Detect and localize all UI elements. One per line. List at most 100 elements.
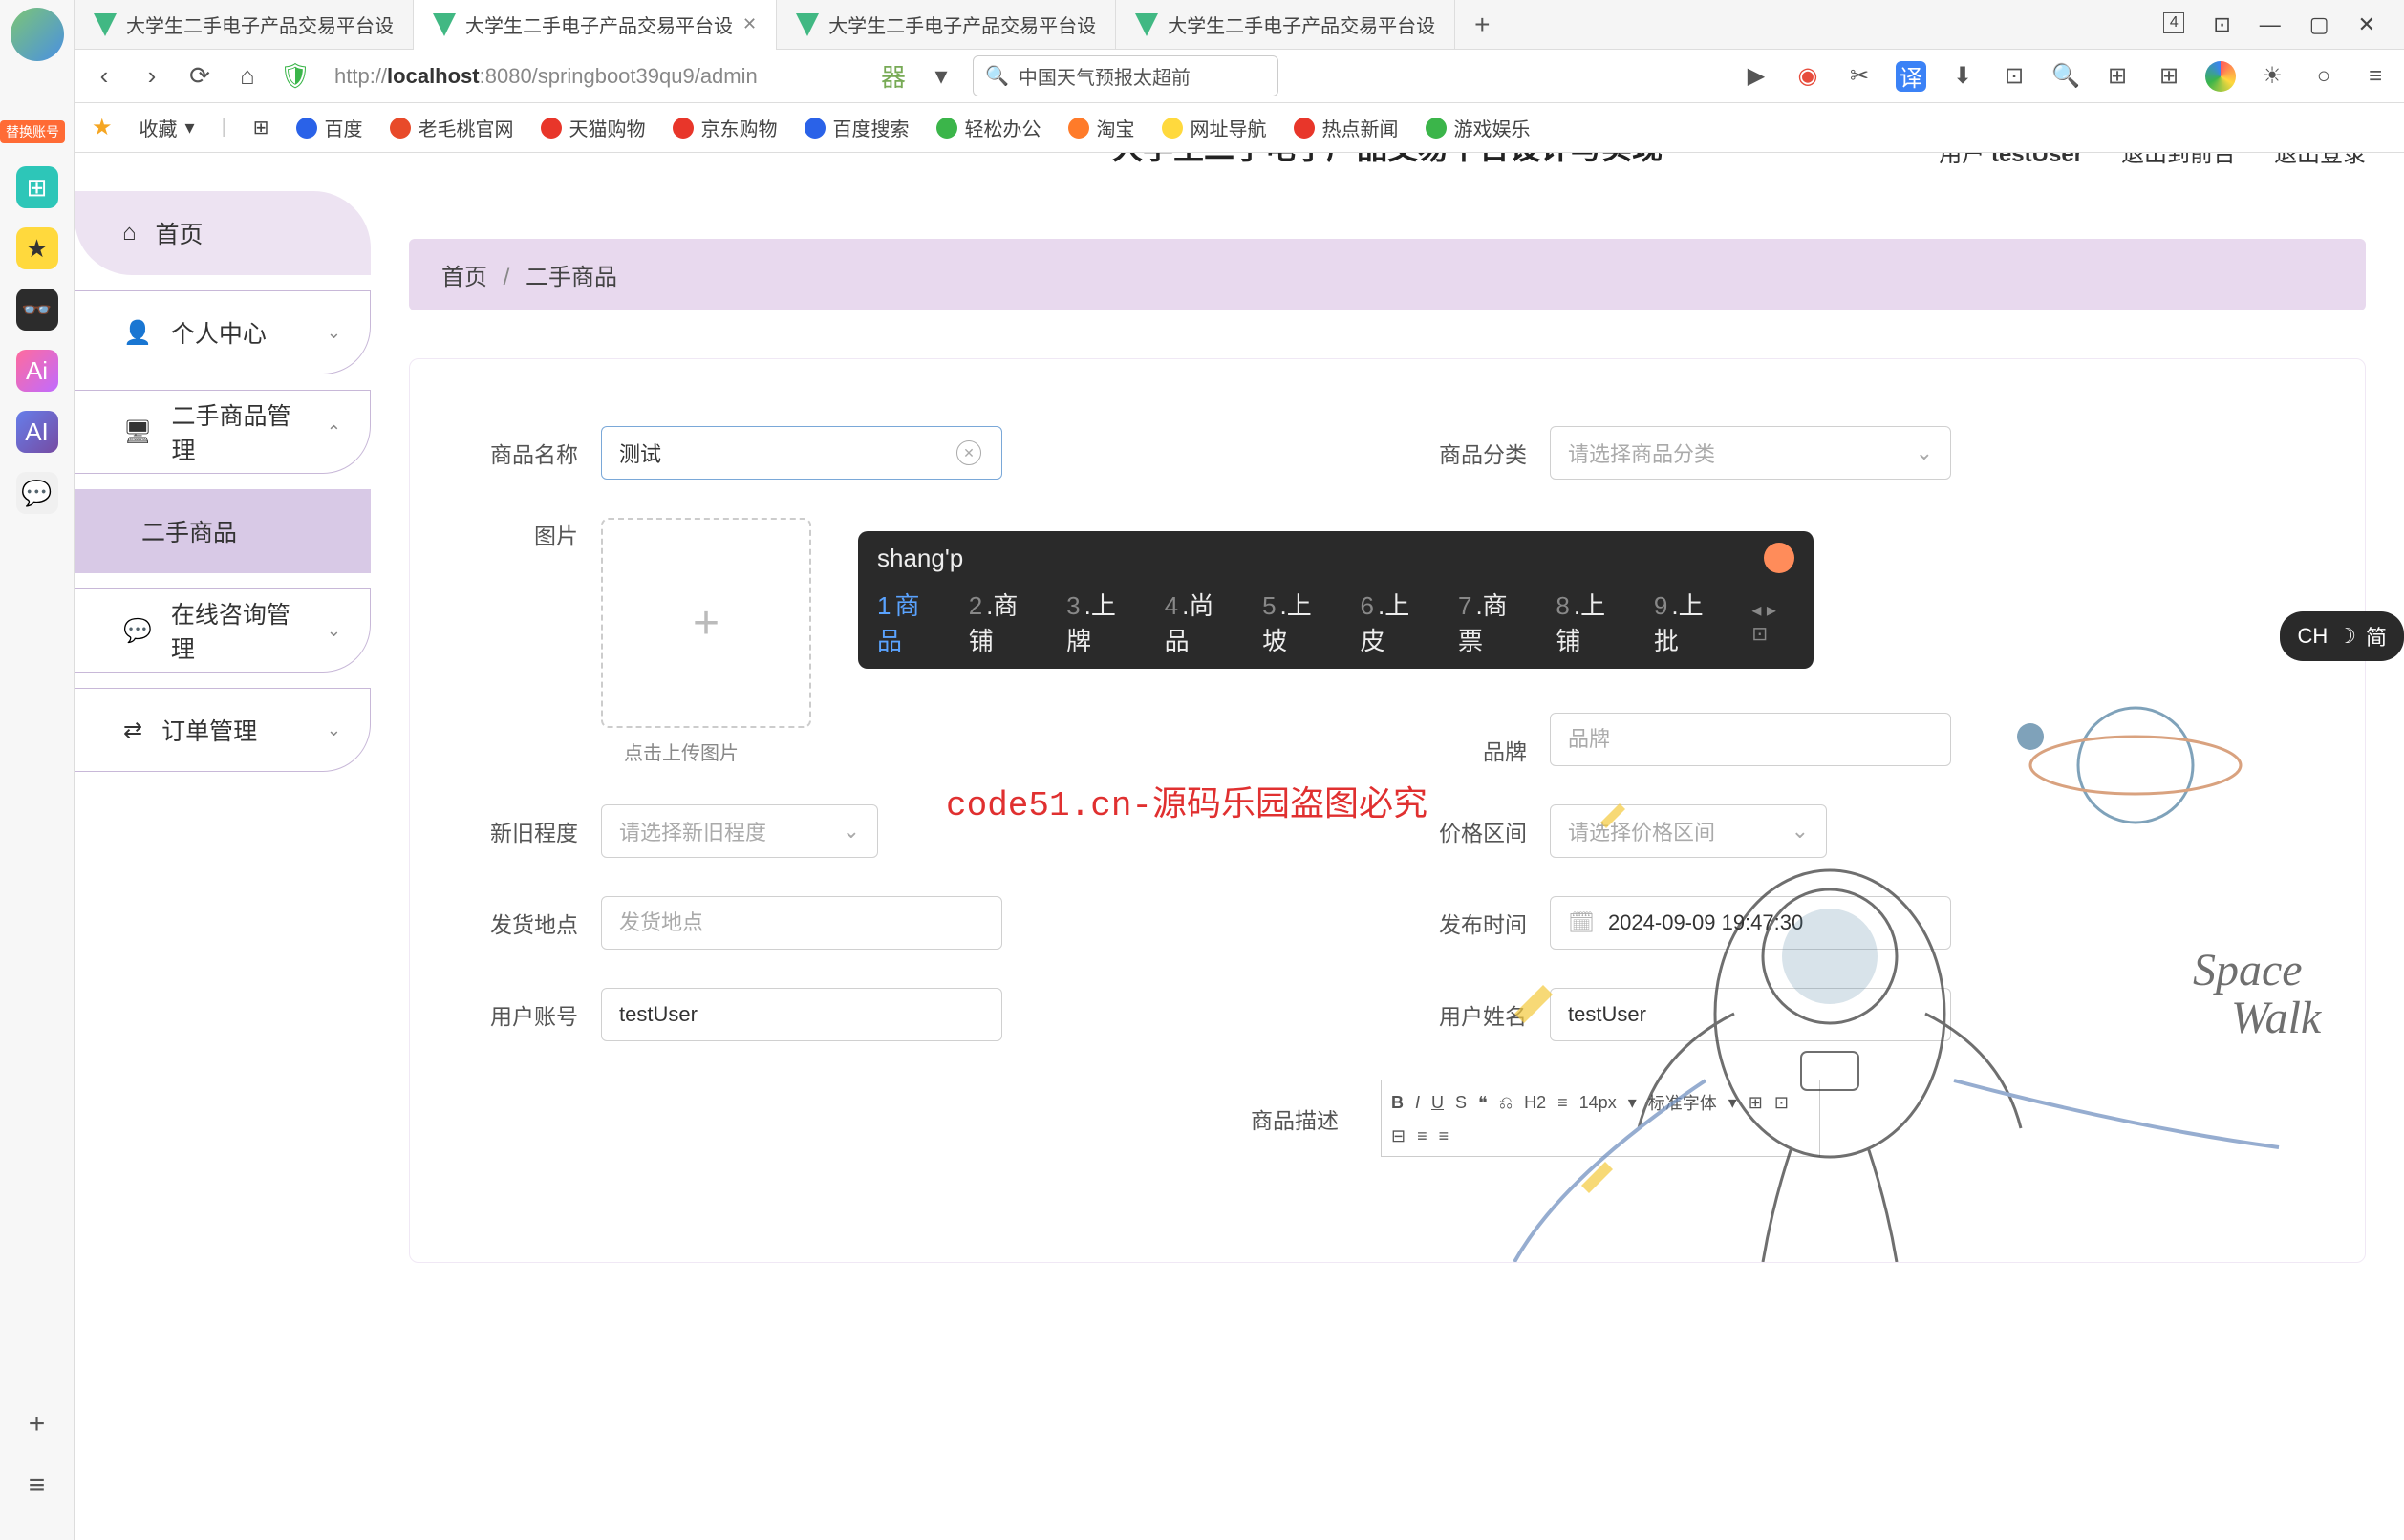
bookmark-baidusearch[interactable]: 百度搜索	[805, 114, 910, 141]
tool-icon-weibo[interactable]: ◉	[1792, 61, 1823, 92]
close-window-icon[interactable]: ✕	[2358, 12, 2375, 37]
tool-icon-picker[interactable]: ⊞	[2102, 61, 2133, 92]
ime-candidate-6[interactable]: 6.上皮	[1361, 587, 1429, 657]
tab-title: 大学生二手电子产品交易平台设	[1168, 11, 1435, 38]
side-icon-ai2[interactable]: AI	[16, 411, 58, 453]
tab-count-badge[interactable]: 4	[2163, 12, 2184, 33]
ime-indicator[interactable]: CH ☽ 简	[2280, 611, 2404, 661]
image-label: 图片	[467, 518, 601, 728]
home-button[interactable]: ⌂	[231, 60, 264, 93]
tab-title: 大学生二手电子产品交易平台设	[126, 11, 394, 38]
sidebar-item-label: 二手商品	[141, 514, 237, 548]
dropdown-icon[interactable]: ▾	[925, 60, 957, 93]
tool-icon-4[interactable]: ○	[2308, 61, 2339, 92]
user-icon: 👤	[123, 319, 152, 347]
side-add-icon[interactable]: +	[29, 1408, 46, 1441]
side-icon-1[interactable]: ⊞	[16, 166, 58, 208]
bookmark-tmall[interactable]: 天猫购物	[541, 114, 646, 141]
select-placeholder: 请选择商品分类	[1568, 438, 1715, 468]
sidebar-item-label: 个人中心	[171, 315, 267, 350]
sidebar-item-consult[interactable]: 💬 在线咨询管理 ⌄	[75, 588, 371, 673]
side-menu-icon[interactable]: ≡	[29, 1469, 46, 1502]
side-icon-ai[interactable]: Ai	[16, 350, 58, 392]
tool-icon-sun[interactable]: ☀	[2257, 61, 2287, 92]
qr-icon[interactable]: 器	[877, 60, 910, 93]
publish-time-input[interactable]: 🗓 2024-09-09 19:47:30	[1550, 896, 1951, 950]
bookmark-baidu[interactable]: 百度	[296, 114, 363, 141]
tool-icon-download[interactable]: ⬇	[1947, 61, 1978, 92]
sidebar-item-home[interactable]: ⌂ 首页	[75, 191, 371, 275]
image-upload-box[interactable]: +	[601, 518, 811, 728]
side-icon-3[interactable]: 👓	[16, 289, 58, 331]
bookmark-taobao[interactable]: 淘宝	[1068, 114, 1135, 141]
user-name-input[interactable]	[1550, 988, 1951, 1041]
chevron-down-icon: ⌄	[327, 621, 341, 641]
tab-1[interactable]: 大学生二手电子产品交易平台设✕	[414, 0, 777, 50]
bookmark-laomaotao[interactable]: 老毛桃官网	[390, 114, 514, 141]
bookmark-news[interactable]: 热点新闻	[1294, 114, 1399, 141]
sidebar-item-products[interactable]: 🖥 二手商品管理 ⌃	[75, 390, 371, 474]
bookmark-app-icon[interactable]: ⊞	[253, 116, 269, 139]
home-icon: ⌂	[122, 220, 137, 246]
user-account-input[interactable]	[601, 988, 1002, 1041]
moon-icon: ☽	[2337, 624, 2356, 649]
sidebar-item-product-list[interactable]: 二手商品	[75, 489, 371, 573]
condition-select[interactable]: 请选择新旧程度 ⌄	[601, 804, 878, 858]
sidebar-item-label: 在线咨询管理	[171, 596, 308, 665]
new-tab-button[interactable]: +	[1455, 10, 1509, 40]
account-switch-badge[interactable]: 替换账号	[0, 120, 65, 143]
bookmarks-bar: ★ 收藏 ▾ | ⊞ 百度 老毛桃官网 天猫购物 京东购物 百度搜索 轻松办公 …	[75, 103, 2404, 153]
bookmark-jd[interactable]: 京东购物	[673, 114, 778, 141]
back-button[interactable]: ‹	[88, 60, 120, 93]
brand-input[interactable]	[1550, 713, 1951, 766]
tool-icon-pip[interactable]: ⊡	[1999, 61, 2029, 92]
minimize-icon[interactable]: —	[2260, 12, 2281, 37]
ime-candidate-9[interactable]: 9.上批	[1654, 587, 1723, 657]
price-range-select[interactable]: 请选择价格区间 ⌄	[1550, 804, 1827, 858]
bookmark-games[interactable]: 游戏娱乐	[1426, 114, 1531, 141]
browser-logo[interactable]	[11, 8, 64, 61]
ship-from-input[interactable]	[601, 896, 1002, 950]
ime-candidate-1[interactable]: 1商品	[877, 587, 940, 657]
side-icon-2[interactable]: ★	[16, 227, 58, 269]
tool-icon-search[interactable]: 🔍	[2050, 61, 2081, 92]
search-input[interactable]: 🔍 中国天气预报太超前	[973, 55, 1278, 96]
tool-icon-1[interactable]: ▶	[1741, 61, 1771, 92]
address-input[interactable]: http://localhost:8080/springboot39qu9/ad…	[327, 60, 862, 93]
tool-icon-color[interactable]	[2205, 61, 2236, 92]
category-select[interactable]: 请选择商品分类 ⌄	[1550, 426, 1951, 480]
chevron-down-icon: ⌄	[1916, 440, 1933, 465]
maximize-icon[interactable]: ▢	[2309, 12, 2329, 37]
ime-avatar-icon[interactable]	[1764, 543, 1794, 573]
ime-candidate-3[interactable]: 3.上牌	[1066, 587, 1135, 657]
bookmark-office[interactable]: 轻松办公	[936, 114, 1041, 141]
tool-icon-translate[interactable]: 译	[1896, 61, 1926, 92]
clear-input-icon[interactable]: ✕	[956, 440, 981, 465]
ime-candidate-5[interactable]: 5.上坡	[1262, 587, 1331, 657]
ime-candidate-7[interactable]: 7.商票	[1458, 587, 1527, 657]
product-name-input[interactable]	[601, 426, 1002, 480]
favorites-label[interactable]: 收藏 ▾	[140, 114, 195, 141]
bookmark-navsite[interactable]: 网址导航	[1162, 114, 1267, 141]
ime-candidate-8[interactable]: 8.上铺	[1556, 587, 1624, 657]
ime-candidate-2[interactable]: 2.商铺	[969, 587, 1038, 657]
close-icon[interactable]: ✕	[742, 14, 757, 34]
sidebar-item-orders[interactable]: ⇄ 订单管理 ⌄	[75, 688, 371, 772]
window-menu-icon[interactable]: ⊡	[2213, 12, 2230, 37]
tool-icon-apps[interactable]: ⊞	[2154, 61, 2184, 92]
shield-icon[interactable]: 🛡	[279, 60, 311, 93]
forward-button[interactable]: ›	[136, 60, 168, 93]
tool-icon-menu[interactable]: ≡	[2360, 61, 2391, 92]
tool-icon-scissors[interactable]: ✂	[1844, 61, 1875, 92]
sidebar-item-profile[interactable]: 👤 个人中心 ⌄	[75, 290, 371, 374]
tab-0[interactable]: 大学生二手电子产品交易平台设	[75, 0, 414, 50]
tab-2[interactable]: 大学生二手电子产品交易平台设	[777, 0, 1116, 50]
ime-candidate-4[interactable]: 4.尚品	[1165, 587, 1234, 657]
rich-text-editor[interactable]: BIUS❝⎌ H2≡ 14px▾ 标准字体▾ ⊞⊡⊟≡≡	[1381, 1080, 1820, 1157]
favorite-star-icon[interactable]: ★	[92, 114, 113, 141]
side-icon-chat[interactable]: 💬	[16, 472, 58, 514]
breadcrumb-root[interactable]: 首页	[441, 265, 487, 290]
ime-pager[interactable]: ◂ ▸ ⊡	[1751, 598, 1794, 646]
tab-3[interactable]: 大学生二手电子产品交易平台设	[1116, 0, 1455, 50]
reload-button[interactable]: ⟳	[183, 60, 216, 93]
